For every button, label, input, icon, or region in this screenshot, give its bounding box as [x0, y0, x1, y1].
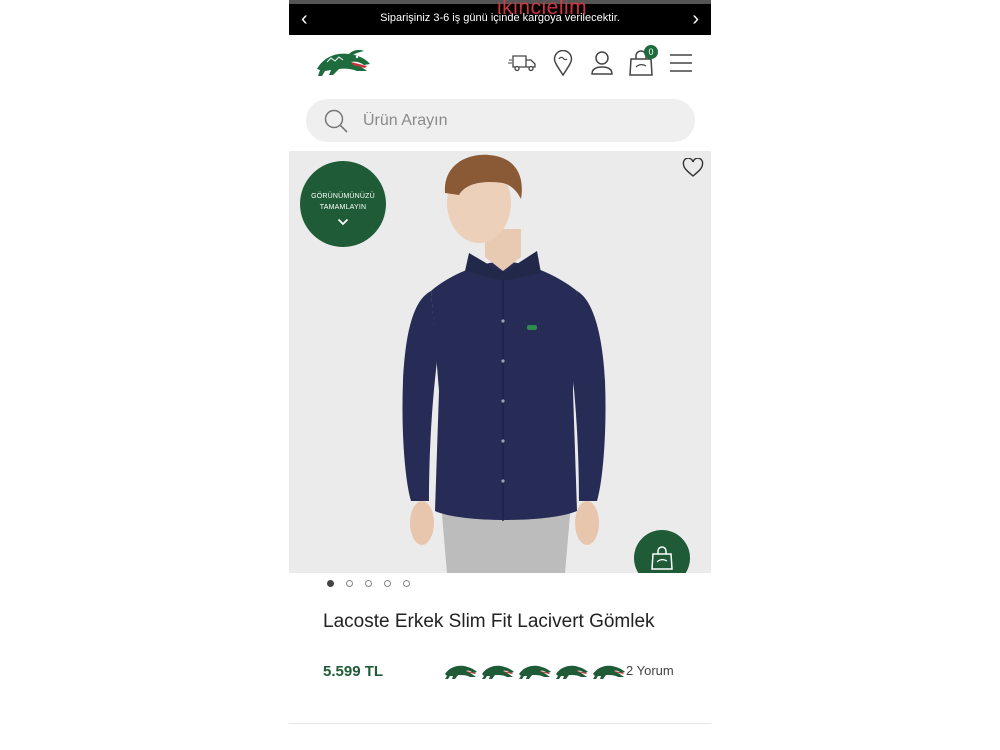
product-price: 5.599 TL	[323, 663, 384, 680]
carousel-dot[interactable]	[403, 580, 410, 587]
carousel-dot[interactable]	[327, 580, 334, 587]
rating-croc-icon	[519, 665, 551, 679]
search-icon[interactable]	[323, 108, 349, 134]
badge-line-1: GÖRÜNÜMÜNÜZÜ	[311, 193, 375, 200]
lacoste-logo[interactable]	[313, 44, 373, 82]
product-image-carousel[interactable]: GÖRÜNÜMÜNÜZÜ TAMAMLAYIN	[289, 151, 711, 573]
rating-stars	[443, 660, 627, 682]
announcement-next-button[interactable]: ›	[692, 7, 699, 31]
shipping-truck-icon[interactable]	[507, 48, 539, 78]
user-icon[interactable]	[586, 48, 618, 78]
chevron-down-icon	[337, 218, 349, 226]
rating-croc-icon	[445, 665, 477, 679]
carousel-dot[interactable]	[365, 580, 372, 587]
cart-count-badge: 0	[644, 45, 658, 59]
heart-icon[interactable]	[682, 158, 704, 178]
search-input[interactable]	[363, 99, 673, 142]
location-pin-icon[interactable]	[547, 48, 579, 78]
menu-icon[interactable]	[665, 48, 697, 78]
carousel-pagination	[327, 580, 410, 587]
announcement-bar: ‹ Siparişiniz 3-6 iş günü içinde kargoya…	[289, 0, 711, 35]
shopping-bag-icon	[651, 546, 673, 570]
carousel-dot[interactable]	[384, 580, 391, 587]
divider	[289, 723, 711, 724]
shopping-bag-icon[interactable]: 0	[625, 45, 658, 78]
complete-the-look-button[interactable]: GÖRÜNÜMÜNÜZÜ TAMAMLAYIN	[300, 161, 386, 247]
rating-croc-icon	[482, 665, 514, 679]
search-bar	[306, 99, 695, 142]
product-title: Lacoste Erkek Slim Fit Lacivert Gömlek	[323, 611, 655, 632]
reviews-link[interactable]: 2 Yorum	[626, 663, 674, 678]
badge-line-2: TAMAMLAYIN	[319, 204, 367, 211]
carousel-dot[interactable]	[346, 580, 353, 587]
rating-croc-icon	[556, 665, 588, 679]
rating-croc-icon	[593, 665, 625, 679]
mobile-viewport: ‹ Siparişiniz 3-6 iş günü içinde kargoya…	[289, 0, 711, 750]
announcement-text: Siparişiniz 3-6 iş günü içinde kargoya v…	[380, 12, 620, 24]
